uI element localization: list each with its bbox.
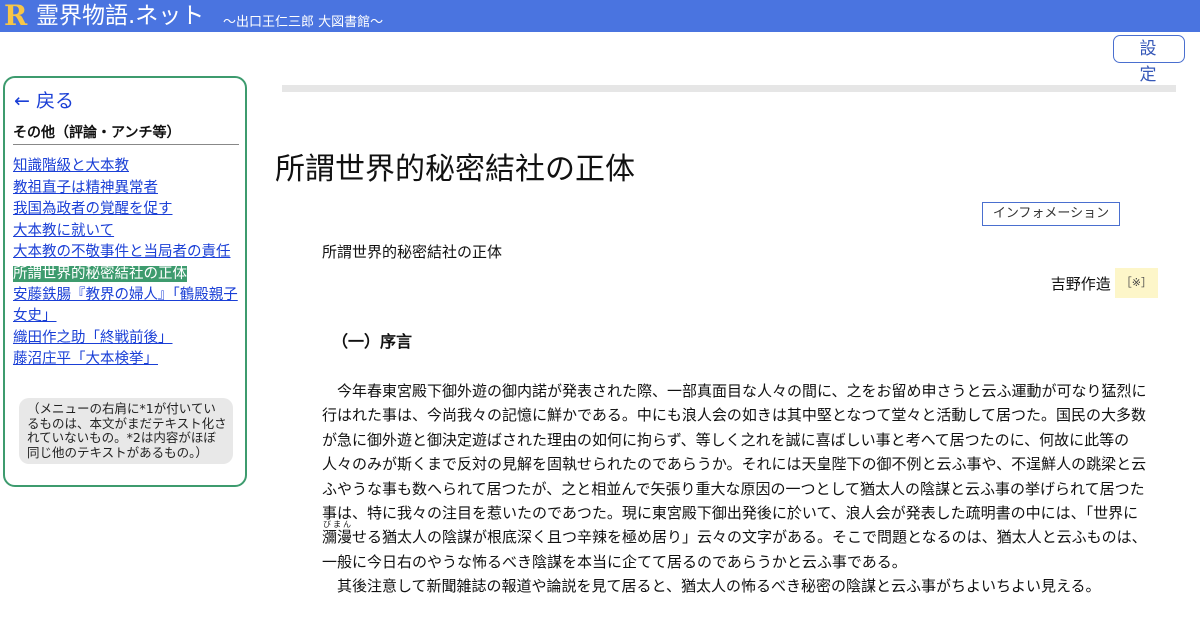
chapter-heading: （一）序言 <box>332 332 413 351</box>
sidebar-menu: 知識階級と大本教教祖直子は精神異常者 我国為政者の覚醒を促す 大本教に就いて大本教の… <box>13 156 241 371</box>
information-button[interactable]: インフォメーション <box>982 202 1120 226</box>
sidebar-item: 我国為政者の覚醒を促す <box>13 199 241 220</box>
paragraph: 其後注意して新聞雑誌の報道や論説を見て居ると、猶太人の怖るべき秘密の陰謀と云ふ事… <box>337 577 1101 596</box>
sidebar-item: 安藤鉄腸『教界の婦人』「鶴殿親子女史」 <box>13 285 241 327</box>
sidebar-item-link[interactable]: 織田作之助「終戦前後」 <box>13 330 173 346</box>
ruby-annotation: 瀰漫びまん <box>322 520 353 547</box>
sidebar-item-link[interactable]: 知識階級と大本教 <box>13 158 129 174</box>
sidebar-item-link[interactable]: 我国為政者の覚醒を促す <box>13 201 173 217</box>
site-header: R 霊界物語.ネット ～出口王仁三郎 大図書館～ <box>0 0 1200 32</box>
author-line: 吉野作造 ［※］ <box>1051 268 1158 298</box>
sidebar-item: 知識階級と大本教 <box>13 156 241 177</box>
sidebar-section-title: その他（評論・アンチ等） <box>13 122 239 145</box>
document-heading: 所謂世界的秘密結社の正体 <box>322 243 503 261</box>
sidebar-item: 所謂世界的秘密結社の正体 <box>13 264 241 285</box>
site-logo-icon[interactable]: R <box>4 0 27 32</box>
content-divider <box>282 85 1176 92</box>
back-link[interactable]: ← 戻る <box>14 86 74 113</box>
sidebar-item: 大本教に就いて <box>13 221 241 242</box>
sidebar-item: 教祖直子は精神異常者 <box>13 178 241 199</box>
sidebar: ← 戻る その他（評論・アンチ等） 知識階級と大本教教祖直子は精神異常者 我国為政… <box>3 76 247 487</box>
settings-button[interactable]: 設 定 <box>1113 35 1185 85</box>
sidebar-item-link-active[interactable]: 所謂世界的秘密結社の正体 <box>13 265 187 282</box>
sidebar-item-link[interactable]: 大本教に就いて <box>13 223 114 239</box>
paragraph: 今年春東宮殿下御外遊の御内諾が発表された際、一部真面目な人々の間に、之をお留め申… <box>322 382 1147 571</box>
site-name[interactable]: 霊界物語.ネット <box>36 0 204 32</box>
sidebar-item: 大本教の不敬事件と当局者の責任 <box>13 242 241 263</box>
sidebar-item-link[interactable]: 教祖直子は精神異常者 <box>13 180 158 196</box>
article-body: 今年春東宮殿下御外遊の御内諾が発表された際、一部真面目な人々の間に、之をお留め申… <box>322 379 1158 599</box>
sidebar-item-link[interactable]: 安藤鉄腸『教界の婦人』「鶴殿親子女史」 <box>13 287 238 324</box>
page-title: 所謂世界的秘密結社の正体 <box>275 152 635 187</box>
sidebar-item-link[interactable]: 大本教の不敬事件と当局者の責任 <box>13 244 231 260</box>
sidebar-item: 織田作之助「終戦前後」 <box>13 328 241 349</box>
site-subtitle: ～出口王仁三郎 大図書館～ <box>223 15 384 30</box>
author-name: 吉野作造 <box>1050 274 1111 293</box>
sidebar-item: 藤沼庄平「大本検挙」 <box>13 349 241 370</box>
sidebar-item-link[interactable]: 藤沼庄平「大本検挙」 <box>13 351 158 367</box>
sidebar-note: （メニューの右肩に*1が付いているものは、本文がまだテキスト化されていないもの。… <box>19 398 233 464</box>
author-note-link[interactable]: ［※］ <box>1114 268 1158 298</box>
